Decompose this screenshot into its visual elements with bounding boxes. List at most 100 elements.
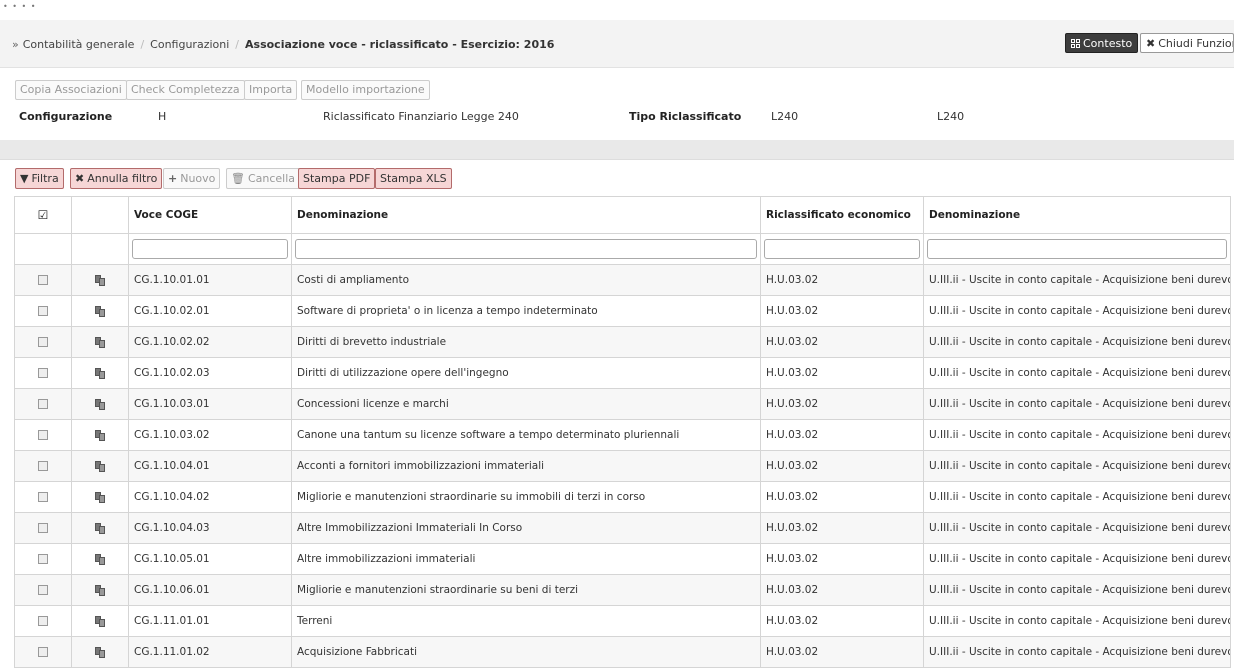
importa-button[interactable]: Importa (244, 80, 298, 100)
row-checkbox[interactable] (38, 554, 48, 564)
cell-denominazione: Canone una tantum su licenze software a … (291, 419, 761, 451)
stampa-pdf-button[interactable]: Stampa PDF (298, 168, 376, 189)
cell-denominazione: Migliorie e manutenzioni straordinarie s… (291, 574, 761, 606)
filter-denominazione-2-input[interactable] (927, 239, 1227, 259)
table-row[interactable]: CG.1.10.01.01 Costi di ampliamento H.U.03.… (14, 264, 1231, 296)
cell-denominazione-2: U.III.ii - Uscite in conto capitale - Ac… (923, 636, 1231, 668)
row-checkbox[interactable] (38, 616, 48, 626)
col-header-voce-coge[interactable]: Voce COGE (128, 196, 292, 234)
chevron-right-icon: » (12, 38, 19, 51)
table-row[interactable]: CG.1.10.04.02 Migliorie e manutenzioni st… (14, 481, 1231, 513)
row-checkbox[interactable] (38, 585, 48, 595)
row-checkbox[interactable] (38, 647, 48, 657)
chiudi-funzione-button[interactable]: ✖ Chiudi Funzion (1140, 33, 1234, 53)
copy-icon[interactable] (94, 584, 106, 596)
table-row[interactable]: CG.1.10.03.01 Concessioni licenze e march… (14, 388, 1231, 420)
table-row[interactable]: CG.1.10.03.02 Canone una tantum su licenz… (14, 419, 1231, 451)
cell-denominazione: Acquisizione Fabbricati (291, 636, 761, 668)
cancella-button[interactable]: 🗑 Cancella (226, 168, 301, 189)
copia-associazioni-button[interactable]: Copia Associazioni (15, 80, 127, 100)
col-header-riclassificato[interactable]: Riclassificato economico (760, 196, 924, 234)
cell-denominazione: Concessioni licenze e marchi (291, 388, 761, 420)
cell-denominazione: Diritti di utilizzazione opere dell'inge… (291, 357, 761, 389)
modello-importazione-button[interactable]: Modello importazione (301, 80, 430, 100)
filter-riclassificato-input[interactable] (764, 239, 920, 259)
copy-icon[interactable] (94, 429, 106, 441)
tipo-riclassificato-label: Tipo Riclassificato (629, 110, 742, 123)
cell-voce-coge: CG.1.10.05.01 (128, 543, 292, 575)
row-checkbox[interactable] (38, 275, 48, 285)
row-checkbox[interactable] (38, 430, 48, 440)
filter-voce-coge-input[interactable] (132, 239, 288, 259)
cell-denominazione-2: U.III.ii - Uscite in conto capitale - Ac… (923, 450, 1231, 482)
associazioni-table: ☑ Voce COGE Denominazione Riclassificato… (14, 196, 1231, 668)
cell-denominazione: Altre Immobilizzazioni Immateriali In Co… (291, 512, 761, 544)
copy-icon[interactable] (94, 553, 106, 565)
row-checkbox[interactable] (38, 306, 48, 316)
configurazione-code: H (158, 110, 167, 123)
copy-icon[interactable] (94, 615, 106, 627)
breadcrumb: » Contabilità generale / Configurazioni / Ass… (12, 38, 555, 51)
separator-bar (0, 140, 1234, 160)
col-header-denominazione[interactable]: Denominazione (291, 196, 761, 234)
table-row[interactable]: CG.1.10.04.01 Acconti a fornitori immobil… (14, 450, 1231, 482)
qr-grid-icon (1071, 38, 1080, 48)
copy-icon[interactable] (94, 336, 106, 348)
table-row[interactable]: CG.1.11.01.01 Terreni H.U.03.02 U.III.ii - … (14, 605, 1231, 637)
contesto-button[interactable]: Contesto (1065, 33, 1139, 53)
copy-icon[interactable] (94, 367, 106, 379)
copy-icon[interactable] (94, 398, 106, 410)
row-checkbox[interactable] (38, 523, 48, 533)
filter-denominazione-input[interactable] (295, 239, 757, 259)
table-row[interactable]: CG.1.11.01.02 Acquisizione Fabbricati H.U.… (14, 636, 1231, 668)
row-checkbox[interactable] (38, 368, 48, 378)
window-top-strip: • • • • (0, 0, 1234, 20)
table-row[interactable]: CG.1.10.02.03 Diritti di utilizzazione op… (14, 357, 1231, 389)
copy-icon[interactable] (94, 460, 106, 472)
cell-riclassificato: H.U.03.02 (760, 481, 924, 513)
cell-denominazione-2: U.III.ii - Uscite in conto capitale - Ac… (923, 605, 1231, 637)
cell-denominazione-2: U.III.ii - Uscite in conto capitale - Ac… (923, 543, 1231, 575)
select-all-header[interactable]: ☑ (14, 196, 72, 234)
cell-riclassificato: H.U.03.02 (760, 419, 924, 451)
cancella-label: Cancella (247, 172, 296, 185)
copy-icon[interactable] (94, 646, 106, 658)
cell-denominazione: Acconti a fornitori immobilizzazioni imm… (291, 450, 761, 482)
cell-voce-coge: CG.1.10.03.02 (128, 419, 292, 451)
row-checkbox[interactable] (38, 461, 48, 471)
stampa-xls-button[interactable]: Stampa XLS (375, 168, 452, 189)
cell-voce-coge: CG.1.10.04.02 (128, 481, 292, 513)
cell-denominazione: Terreni (291, 605, 761, 637)
row-checkbox[interactable] (38, 337, 48, 347)
cell-denominazione: Costi di ampliamento (291, 264, 761, 296)
table-row[interactable]: CG.1.10.04.03 Altre Immobilizzazioni Imma… (14, 512, 1231, 544)
annulla-filtro-button[interactable]: ✖ Annulla filtro (70, 168, 163, 189)
table-row[interactable]: CG.1.10.02.01 Software di proprieta' o in… (14, 295, 1231, 327)
breadcrumb-item-contabilita[interactable]: Contabilità generale (23, 38, 135, 51)
row-checkbox[interactable] (38, 399, 48, 409)
copy-icon[interactable] (94, 274, 106, 286)
copy-icon[interactable] (94, 305, 106, 317)
row-checkbox[interactable] (38, 492, 48, 502)
cell-voce-coge: CG.1.10.06.01 (128, 574, 292, 606)
cell-voce-coge: CG.1.10.02.01 (128, 295, 292, 327)
filtra-button[interactable]: ▼ Filtra (15, 168, 64, 189)
table-row[interactable]: CG.1.10.05.01 Altre immobilizzazioni imma… (14, 543, 1231, 575)
breadcrumb-item-configurazioni[interactable]: Configurazioni (150, 38, 229, 51)
check-square-icon: ☑ (37, 208, 49, 222)
cell-voce-coge: CG.1.10.02.03 (128, 357, 292, 389)
configurazione-label: Configurazione (19, 110, 113, 123)
col-header-denominazione-2[interactable]: Denominazione (923, 196, 1231, 234)
check-completezza-button[interactable]: Check Completezza (126, 80, 245, 100)
nuovo-label: Nuovo (180, 172, 216, 185)
table-row[interactable]: CG.1.10.02.02 Diritti di brevetto industr… (14, 326, 1231, 358)
chiudi-label: Chiudi Funzion (1158, 36, 1234, 50)
stampa-xls-label: Stampa XLS (380, 172, 447, 185)
filter-row (14, 233, 1231, 265)
copy-icon[interactable] (94, 522, 106, 534)
cell-denominazione: Altre immobilizzazioni immateriali (291, 543, 761, 575)
cell-denominazione-2: U.III.ii - Uscite in conto capitale - Ac… (923, 574, 1231, 606)
table-row[interactable]: CG.1.10.06.01 Migliorie e manutenzioni st… (14, 574, 1231, 606)
copy-icon[interactable] (94, 491, 106, 503)
nuovo-button[interactable]: + Nuovo (163, 168, 221, 189)
